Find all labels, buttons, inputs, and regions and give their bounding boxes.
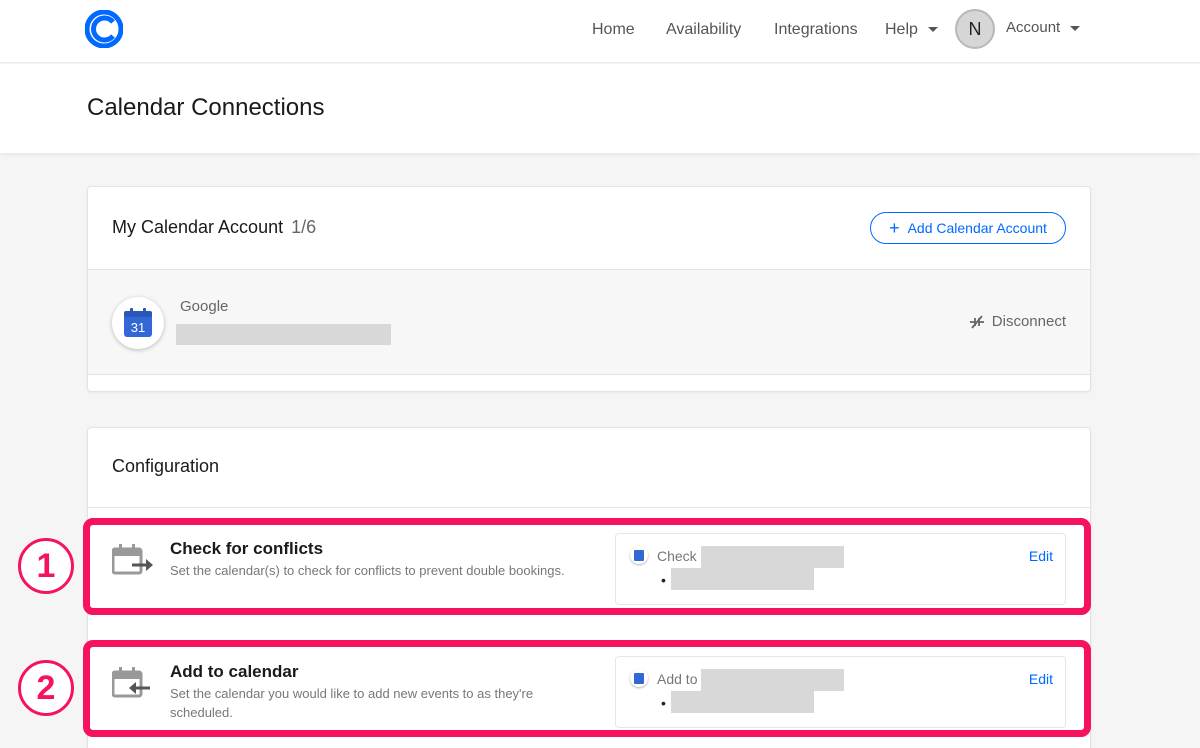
disconnect-label: Disconnect: [991, 313, 1066, 330]
calendly-logo-icon[interactable]: [85, 10, 123, 48]
disconnect-button[interactable]: Disconnect: [968, 313, 1066, 330]
calendar-account-card: My Calendar Account 1/6 + Add Calendar Ac…: [87, 186, 1091, 392]
nav-integrations-link[interactable]: Integrations: [774, 20, 858, 40]
nav-account-label: Account: [1006, 19, 1061, 36]
chevron-down-icon: [927, 27, 938, 33]
calendar-account-heading: My Calendar Account 1/6: [112, 217, 316, 238]
nav-help-menu[interactable]: Help: [885, 20, 938, 40]
chevron-down-icon: [1070, 25, 1081, 31]
calendar-account-count: 1/6: [291, 217, 317, 237]
add-calendar-account-button[interactable]: + Add Calendar Account: [870, 212, 1066, 244]
page-header: Calendar Connections: [0, 64, 1200, 153]
google-calendar-icon: 31: [112, 297, 164, 349]
plus-icon: +: [889, 218, 900, 238]
nav-availability-link[interactable]: Availability: [666, 20, 741, 40]
page-title: Calendar Connections: [87, 94, 325, 121]
annotation-number-2: 2: [18, 660, 74, 716]
calendar-account-title: My Calendar Account: [112, 217, 284, 237]
connected-account-row: 31 Google Disconnect: [88, 269, 1090, 375]
highlight-box-1: [83, 518, 1091, 615]
add-calendar-account-label: Add Calendar Account: [907, 220, 1047, 236]
nav-help-label: Help: [885, 21, 918, 38]
unplug-icon: [969, 314, 984, 329]
configuration-title: Configuration: [112, 456, 220, 476]
highlight-box-2: [83, 640, 1091, 737]
top-navbar: Home Availability Integrations Help N Ac…: [0, 0, 1200, 63]
annotation-number-1: 1: [18, 538, 74, 594]
account-provider: Google: [180, 298, 229, 315]
redacted-email: [176, 324, 391, 345]
nav-home-link[interactable]: Home: [592, 20, 635, 40]
divider: [88, 507, 1090, 508]
avatar[interactable]: N: [955, 9, 995, 49]
calendar-day-number: 31: [131, 320, 145, 335]
nav-account-menu[interactable]: Account: [1006, 18, 1081, 38]
